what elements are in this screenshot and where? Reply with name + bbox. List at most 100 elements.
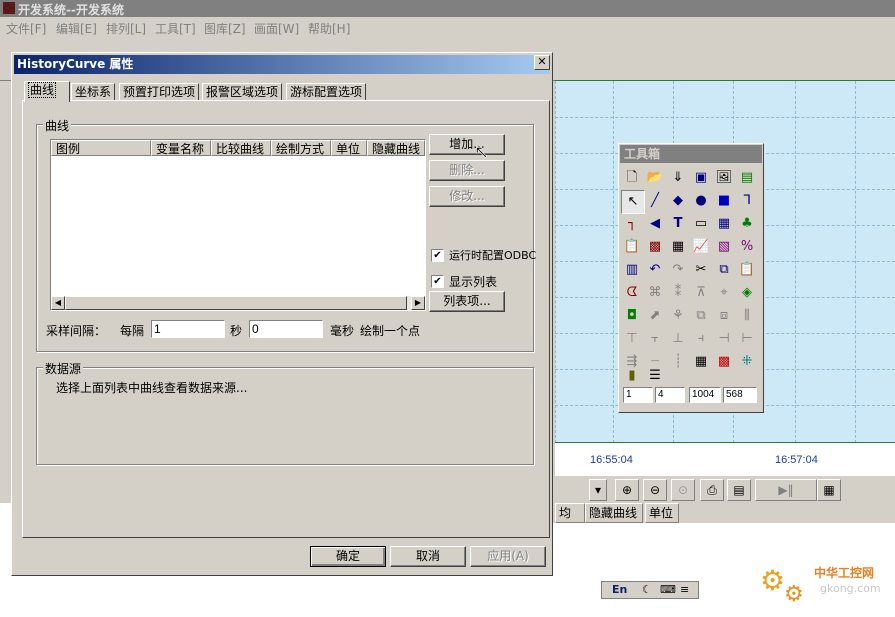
open-folder-icon[interactable]: 📂 <box>644 167 666 189</box>
milliseconds-input[interactable]: 0 <box>249 320 323 338</box>
menu-icon[interactable]: ≡ <box>680 583 689 596</box>
trend-icon[interactable]: 📈 <box>690 236 712 258</box>
ellipse-icon[interactable]: ● <box>690 190 712 212</box>
column-header-draw-mode[interactable]: 绘制方式 <box>271 140 331 156</box>
horizontal-scrollbar[interactable]: ◀ ▶ <box>51 296 425 310</box>
history-icon[interactable]: ▩ <box>644 236 666 258</box>
tree-icon[interactable]: ♣ <box>736 213 758 235</box>
combine-icon[interactable]: ⁑ <box>667 282 689 304</box>
report-icon[interactable]: 📋 <box>621 236 643 258</box>
table-icon[interactable]: ▦ <box>817 479 841 501</box>
print-icon[interactable]: ⎙ <box>700 479 724 501</box>
tab-cursor-config[interactable]: 游标配置选项 <box>286 83 367 101</box>
curve-list[interactable]: 图例 变量名称 比较曲线 绘制方式 单位 隐藏曲线 ◀ ▶ <box>50 139 426 311</box>
flip-icon[interactable]: ⚘ <box>667 305 689 327</box>
column-header-compare[interactable]: 比较曲线 <box>211 140 271 156</box>
align-middle-icon[interactable]: ⫟ <box>644 328 666 350</box>
import-icon[interactable]: ⇓ <box>667 167 689 189</box>
history-curve-properties-dialog[interactable]: HistoryCurve 属性 ✕ 曲线 坐标系 预置打印选项 报警区域选项 游… <box>11 52 553 576</box>
align-right-icon[interactable]: ⊢ <box>736 328 758 350</box>
color-grid-icon[interactable]: ⁜ <box>736 351 758 373</box>
rotate-icon[interactable]: ⬈ <box>644 305 666 327</box>
image-icon[interactable]: 🖼 <box>713 167 735 189</box>
column-header-variable[interactable]: 变量名称 <box>151 140 211 156</box>
apply-button[interactable]: 应用(A) <box>470 546 546 567</box>
color-bar-icon[interactable]: ▮ <box>621 365 643 387</box>
align-icon[interactable]: ⧈ <box>713 305 735 327</box>
cancel-button[interactable]: 取消 <box>390 546 466 567</box>
dialog-title-bar[interactable]: HistoryCurve 属性 <box>14 55 550 74</box>
show-list-checkbox[interactable]: ✔ <box>431 275 444 288</box>
text-icon[interactable]: T <box>667 213 689 235</box>
ime-language[interactable]: En <box>612 583 627 596</box>
button-shape-icon[interactable]: ▭ <box>690 213 712 235</box>
menu-arrange[interactable]: 排列[L] <box>106 20 146 37</box>
data-entry-icon[interactable]: ▦ <box>713 213 735 235</box>
document-icon[interactable]: ▤ <box>727 479 751 501</box>
toolbox-panel[interactable]: 工具箱 🗋 📂 ⇓ ▣ 🖼 ▤ ↖ ╱ ◆ ● ■ ᒣ ┐ ◀ T ▭ ▦ ♣ … <box>618 143 764 413</box>
close-icon[interactable]: ✕ <box>534 55 550 70</box>
menu-tools[interactable]: 工具[T] <box>155 20 196 37</box>
play-pause-icon[interactable]: ▶‖ <box>755 479 817 501</box>
new-file-icon[interactable]: 🗋 <box>621 167 643 189</box>
zoom-in-icon[interactable]: ⊕ <box>615 479 639 501</box>
column-header[interactable]: 单位 <box>645 503 679 523</box>
xy-plot-icon[interactable]: ▧ <box>713 236 735 258</box>
toolbox-title[interactable]: 工具箱 <box>620 145 762 163</box>
scroll-right-icon[interactable]: ▶ <box>411 296 425 310</box>
add-button[interactable]: 增加... <box>429 134 505 155</box>
align-bottom-icon[interactable]: ⊥ <box>667 328 689 350</box>
copy-icon[interactable]: ⧉ <box>713 259 735 281</box>
ok-button[interactable]: 确定 <box>310 546 386 567</box>
save-icon[interactable]: ▣ <box>690 167 712 189</box>
tab-alarm-area[interactable]: 报警区域选项 <box>202 83 283 101</box>
zoom-reset-icon[interactable]: ⊙ <box>671 479 695 501</box>
column-header[interactable]: 隐藏曲线 <box>585 503 643 523</box>
group-icon[interactable]: ᗧ <box>621 282 643 304</box>
menu-screen[interactable]: 画面[W] <box>254 20 299 37</box>
paste-icon[interactable]: 📋 <box>736 259 758 281</box>
ime-bar[interactable]: En ☾ ⌨ ≡ <box>601 581 699 599</box>
align-left-icon[interactable]: ⫞ <box>690 328 712 350</box>
delete-button[interactable]: 删除... <box>429 160 505 181</box>
green-panel-icon[interactable]: ▤ <box>736 167 758 189</box>
align-center-icon[interactable]: ⊣ <box>713 328 735 350</box>
list-items-button[interactable]: 列表项... <box>429 291 505 312</box>
show-list-checkbox-label[interactable]: 显示列表 <box>449 273 497 290</box>
ungroup-icon[interactable]: ⌘ <box>644 282 666 304</box>
pie-icon[interactable]: ◀ <box>644 213 666 235</box>
tab-curve[interactable]: 曲线 <box>24 81 70 102</box>
scroll-thumb[interactable] <box>65 296 407 310</box>
mirror-icon[interactable]: ⧉ <box>690 305 712 327</box>
seconds-input[interactable]: 1 <box>151 320 225 338</box>
grid-chart-icon[interactable]: ▦ <box>667 236 689 258</box>
odbc-checkbox[interactable]: ✔ <box>431 249 444 262</box>
percent-icon[interactable]: % <box>736 236 758 258</box>
tab-axis[interactable]: 坐标系 <box>71 83 116 101</box>
menu-edit[interactable]: 编辑[E] <box>56 20 97 37</box>
column-header[interactable]: 均值 <box>555 503 585 538</box>
grid-icon[interactable]: ▦ <box>690 351 712 373</box>
line-weight-icon[interactable]: ☰ <box>644 365 666 387</box>
dropdown-arrow-icon[interactable]: ▾ <box>589 479 607 501</box>
menu-file[interactable]: 文件[F] <box>6 20 46 37</box>
toolbar-icon[interactable]: ▥ <box>621 259 643 281</box>
modify-button[interactable]: 修改... <box>429 186 505 207</box>
align-top-icon[interactable]: ⊤ <box>621 328 643 350</box>
distribute-icon[interactable]: ⫼ <box>736 305 758 327</box>
scroll-left-icon[interactable]: ◀ <box>51 296 65 310</box>
bring-front-icon[interactable]: ◘ <box>621 305 643 327</box>
unite-icon[interactable]: ⌖ <box>713 282 735 304</box>
keyboard-icon[interactable]: ⌨ <box>660 583 676 596</box>
arrow-shape-icon[interactable]: ◆ <box>667 190 689 212</box>
column-header-hidden[interactable]: 隐藏曲线 <box>367 140 425 156</box>
pipe-icon[interactable]: ┐ <box>621 213 643 235</box>
column-header-unit[interactable]: 单位 <box>331 140 367 156</box>
split-icon[interactable]: ⊼ <box>690 282 712 304</box>
odbc-checkbox-label[interactable]: 运行时配置ODBC <box>449 247 536 263</box>
cut-icon[interactable]: ✂ <box>690 259 712 281</box>
tab-print-options[interactable]: 预置打印选项 <box>119 83 200 101</box>
palette-icon[interactable]: ▩ <box>713 351 735 373</box>
moon-icon[interactable]: ☾ <box>642 583 652 596</box>
menu-library[interactable]: 图库[Z] <box>204 20 246 37</box>
